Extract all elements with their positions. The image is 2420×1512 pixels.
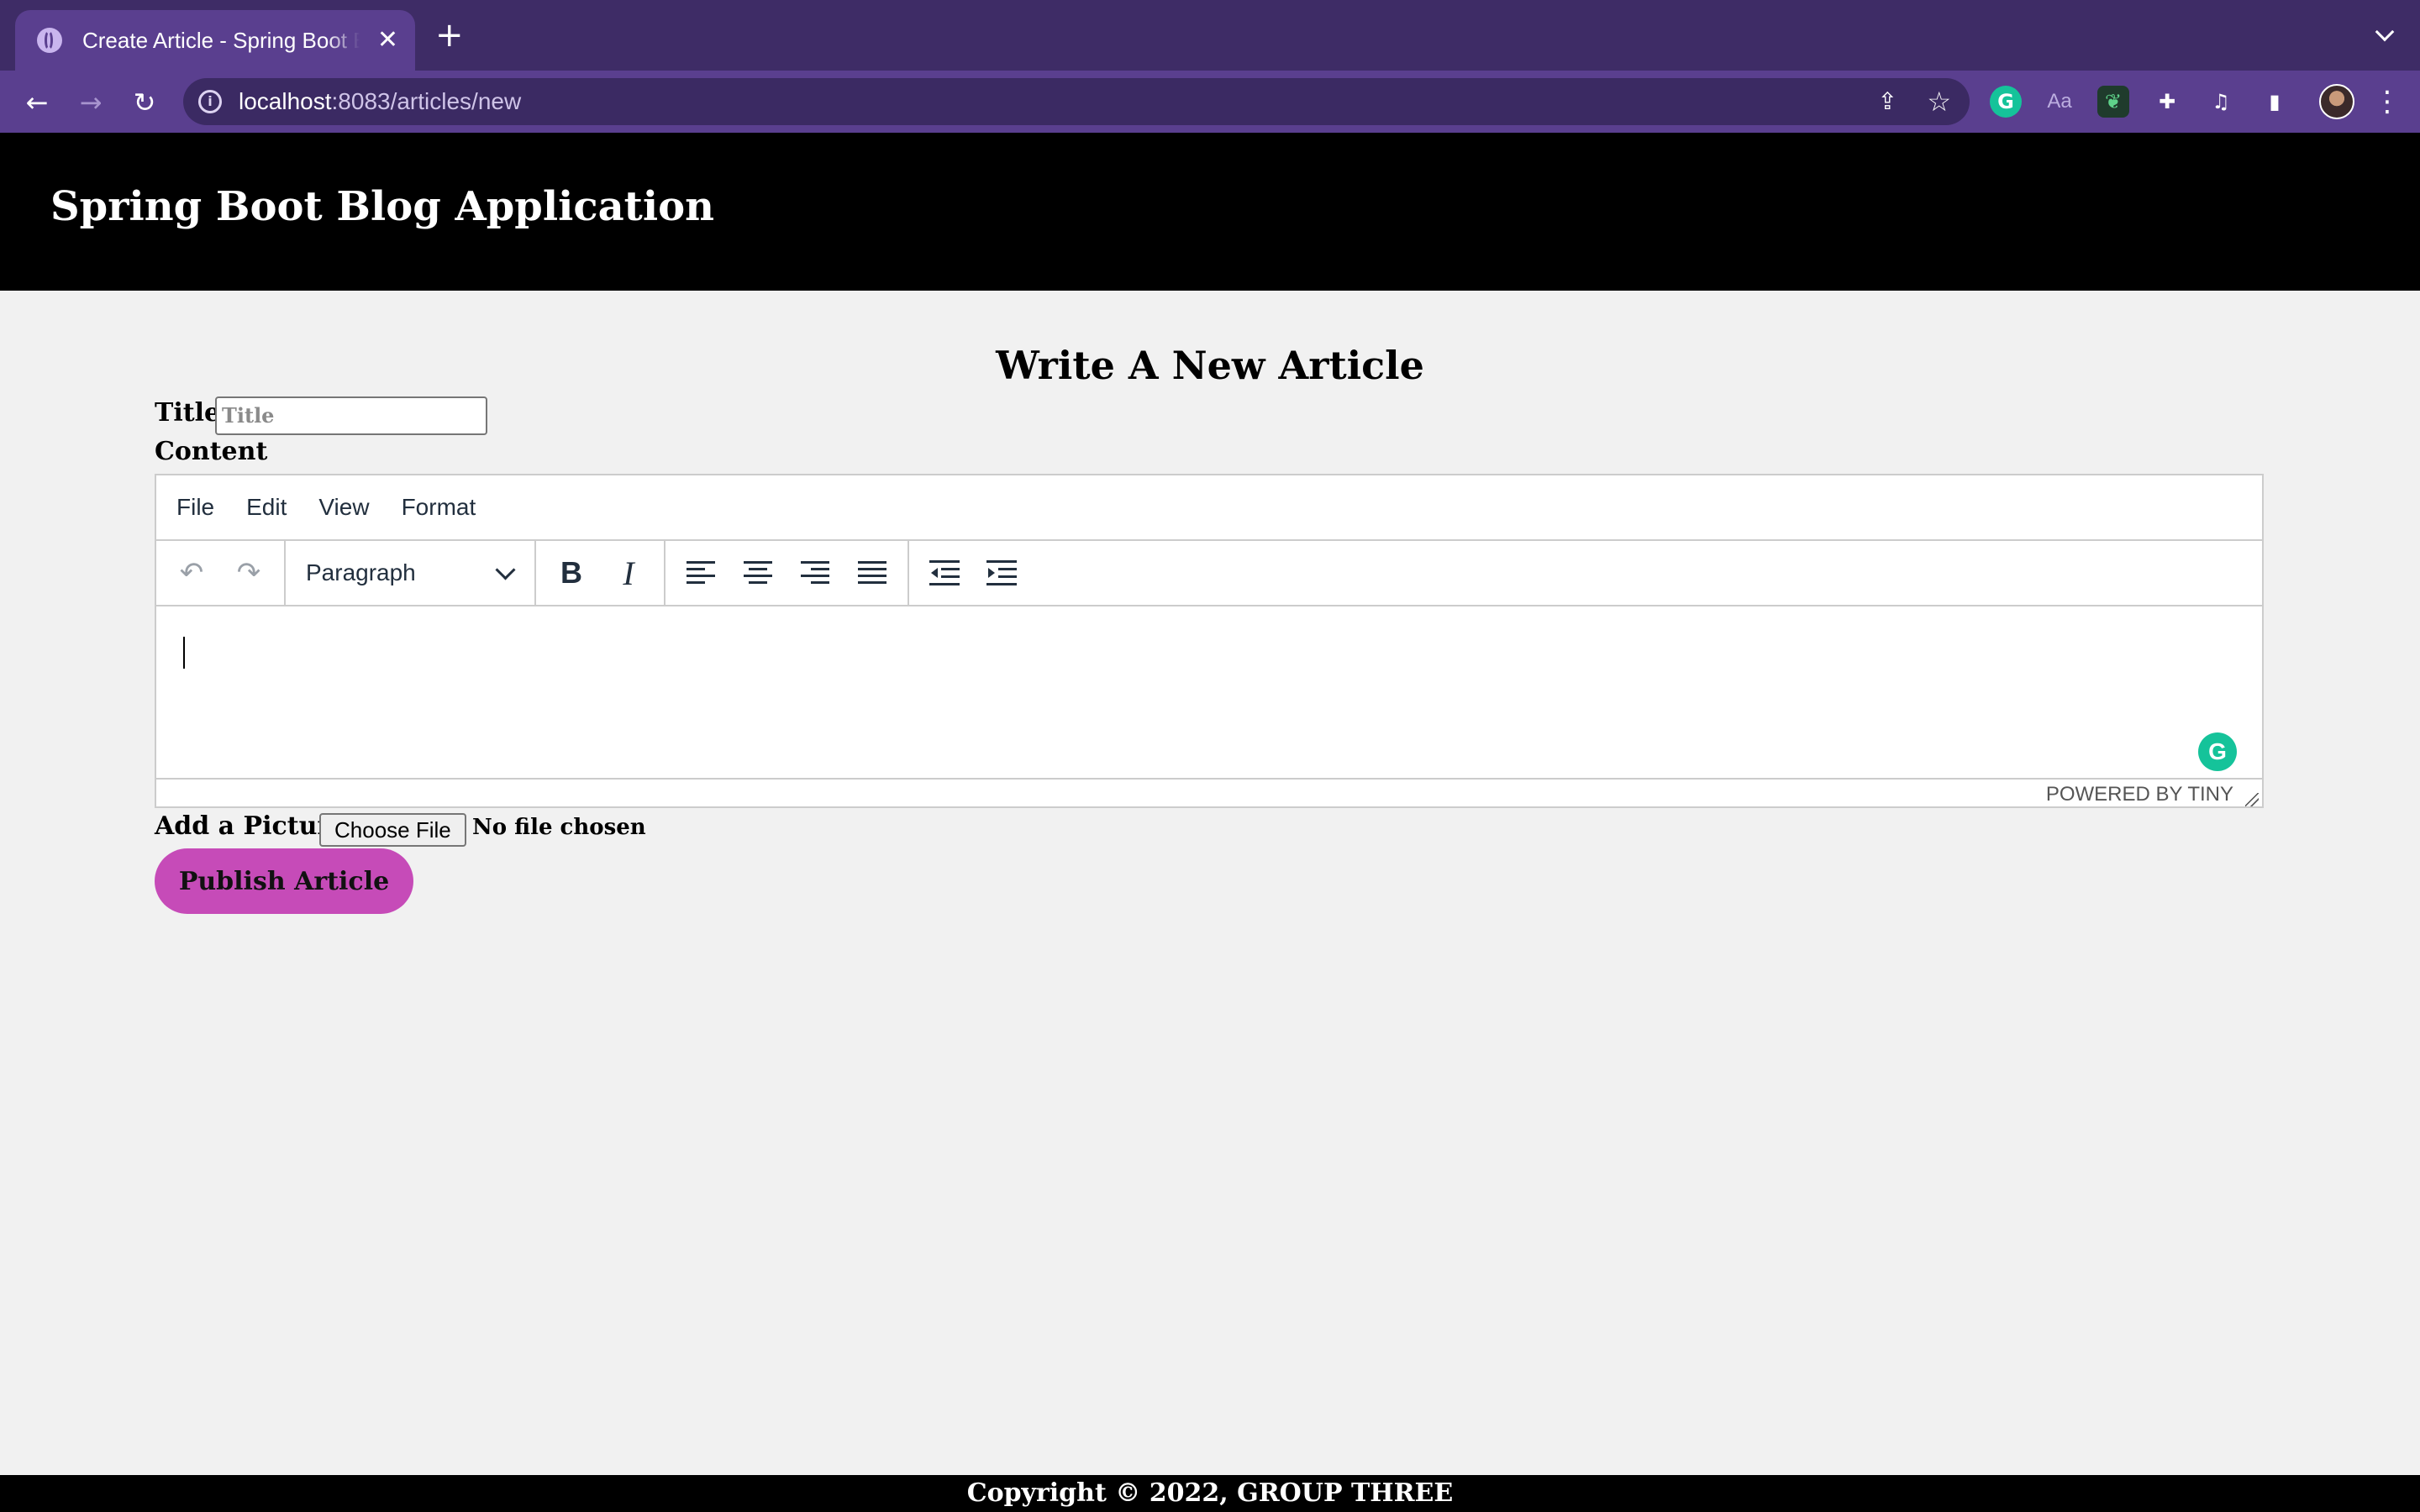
menu-icon[interactable]: ⋮ — [2373, 82, 2402, 121]
reader-icon[interactable]: Aa — [2044, 86, 2075, 118]
block-format-value: Paragraph — [306, 559, 416, 585]
publish-article-button[interactable]: Publish Article — [155, 848, 413, 914]
rich-text-editor: File Edit View Format ↶ ↷ Paragraph B I — [155, 474, 2264, 808]
text-caret — [183, 637, 185, 669]
leaf-icon[interactable]: ❦ — [2097, 86, 2129, 118]
url-host: localhost — [239, 88, 332, 114]
menu-format[interactable]: Format — [390, 494, 488, 521]
align-justify-glyph — [858, 561, 886, 585]
file-status-text: No file chosen — [472, 815, 646, 840]
align-left-icon[interactable] — [672, 548, 729, 598]
block-format-select[interactable]: Paragraph — [292, 548, 528, 598]
menu-file[interactable]: File — [165, 494, 226, 521]
chevron-down-icon — [495, 559, 516, 580]
info-icon[interactable]: i — [198, 90, 222, 113]
align-right-glyph — [801, 561, 829, 585]
back-icon[interactable]: ← — [13, 79, 60, 126]
editor-menubar: File Edit View Format — [156, 475, 2262, 541]
indent-icon[interactable] — [973, 548, 1030, 598]
title-label: Title — [155, 398, 221, 428]
reload-icon[interactable]: ↻ — [121, 79, 168, 126]
site-title[interactable]: Spring Boot Blog Application — [50, 183, 714, 230]
url-path: :8083/articles/new — [331, 88, 522, 114]
editor-toolbar: ↶ ↷ Paragraph B I — [156, 541, 2262, 606]
browser-tab-active[interactable]: Create Article - Spring Boot Blog Applic… — [15, 10, 415, 71]
tab-title: Create Article - Spring Boot Blog Applic… — [82, 27, 360, 53]
forward-icon[interactable]: → — [67, 79, 114, 126]
align-justify-icon[interactable] — [844, 548, 901, 598]
grammarly-icon[interactable]: G — [1990, 86, 2022, 118]
new-tab-icon[interactable]: + — [435, 18, 464, 52]
outdent-glyph — [929, 560, 960, 585]
side-panel-icon[interactable]: ▮ — [2259, 86, 2291, 118]
media-icon[interactable]: ♫ — [2205, 86, 2237, 118]
site-header: Spring Boot Blog Application — [0, 133, 2420, 291]
indent-glyph — [986, 560, 1017, 585]
editor-content-area[interactable]: G — [156, 606, 2262, 778]
align-right-icon[interactable] — [786, 548, 844, 598]
picture-label: Add a Picture — [155, 811, 347, 841]
extensions-icon[interactable]: ✚ — [2151, 86, 2183, 118]
browser-toolbar: ← → ↻ i localhost:8083/articles/new ⇪ ☆ … — [0, 71, 2420, 133]
editor-statusbar: POWERED BY TINY — [156, 778, 2262, 808]
undo-icon[interactable]: ↶ — [163, 548, 220, 598]
star-icon[interactable]: ☆ — [1927, 78, 1951, 125]
globe-icon — [37, 28, 62, 53]
share-icon[interactable]: ⇪ — [1878, 78, 1897, 125]
url-text[interactable]: localhost:8083/articles/new — [239, 78, 521, 125]
resize-handle-icon[interactable] — [2245, 793, 2259, 806]
outdent-icon[interactable] — [916, 548, 973, 598]
italic-icon[interactable]: I — [600, 548, 657, 598]
tab-close-icon[interactable]: ✕ — [377, 28, 398, 53]
history-group: ↶ ↷ — [156, 541, 286, 605]
redo-icon[interactable]: ↷ — [220, 548, 277, 598]
site-footer: Copyright © 2022, GROUP THREE — [0, 1475, 2420, 1512]
address-bar[interactable]: i localhost:8083/articles/new ⇪ ☆ — [183, 78, 1970, 125]
copyright-text: Copyright © 2022, GROUP THREE — [966, 1478, 1454, 1508]
style-group: B I — [536, 541, 666, 605]
indent-group — [909, 541, 1037, 605]
align-group — [666, 541, 909, 605]
blocks-group: Paragraph — [286, 541, 536, 605]
tab-search-chevron-icon[interactable] — [2376, 25, 2395, 44]
browser-tab-strip: Create Article - Spring Boot Blog Applic… — [0, 0, 2420, 71]
profile-avatar[interactable] — [2319, 84, 2354, 119]
menu-edit[interactable]: Edit — [234, 494, 298, 521]
menu-view[interactable]: View — [307, 494, 381, 521]
bold-icon[interactable]: B — [543, 548, 600, 598]
align-center-glyph — [744, 561, 772, 585]
grammarly-badge-icon[interactable]: G — [2198, 732, 2237, 771]
choose-file-button[interactable]: Choose File — [319, 813, 466, 847]
title-input[interactable] — [215, 396, 487, 435]
align-left-glyph — [687, 561, 715, 585]
align-center-icon[interactable] — [729, 548, 786, 598]
content-label: Content — [155, 437, 268, 466]
page-title: Write A New Article — [996, 343, 1424, 388]
powered-by-link[interactable]: POWERED BY TINY — [2046, 783, 2233, 806]
